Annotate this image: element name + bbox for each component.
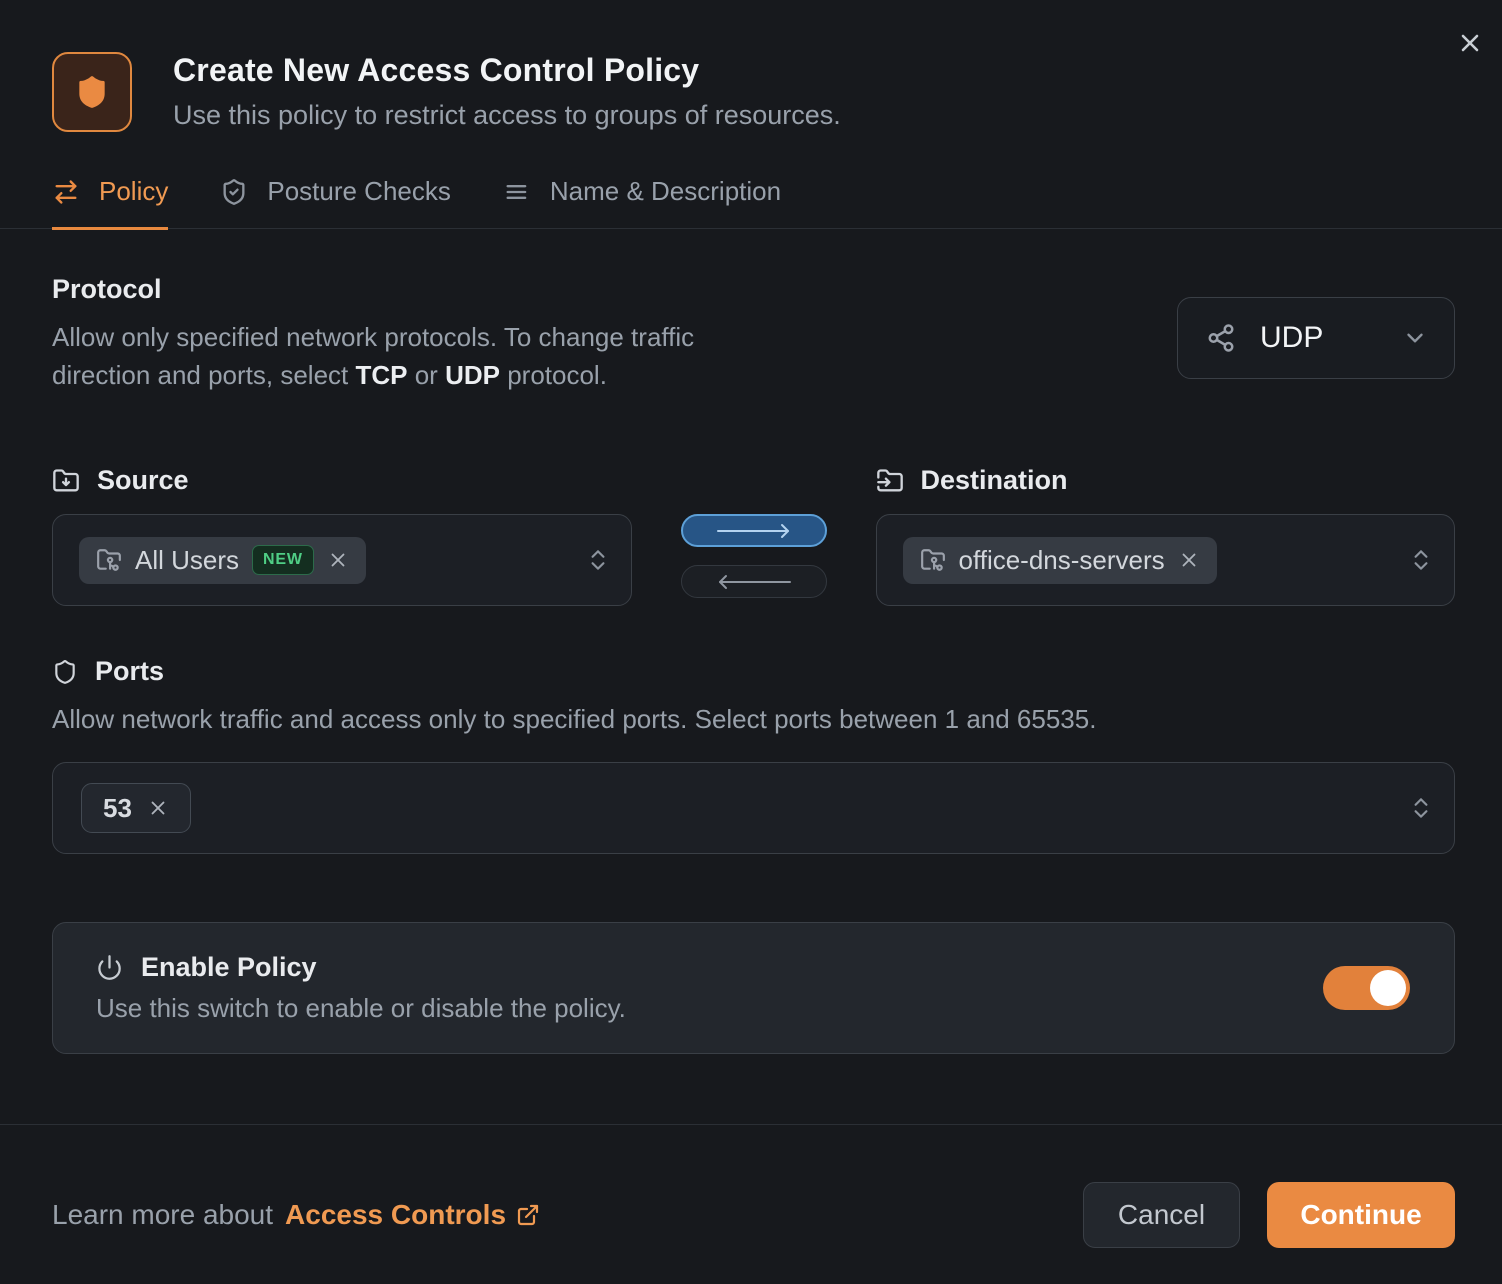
remove-source-tag-icon[interactable]: [327, 549, 349, 571]
tab-policy[interactable]: Policy: [52, 176, 168, 230]
tab-policy-label: Policy: [99, 176, 168, 207]
tab-bar: Policy Posture Checks Name & Description: [0, 176, 1502, 229]
close-icon[interactable]: [1455, 28, 1485, 58]
protocol-text: Protocol Allow only specified network pr…: [52, 274, 797, 394]
chevrons-up-down-icon: [1408, 795, 1434, 821]
header-text: Create New Access Control Policy Use thi…: [173, 52, 841, 132]
remove-destination-tag-icon[interactable]: [1178, 549, 1200, 571]
source-tag-label: All Users: [135, 545, 239, 576]
continue-button[interactable]: Continue: [1267, 1182, 1455, 1248]
destination-tag: office-dns-servers: [903, 537, 1217, 584]
direction-left-button[interactable]: [681, 565, 827, 598]
enable-policy-toggle[interactable]: [1323, 966, 1410, 1010]
new-badge: NEW: [252, 545, 314, 575]
tab-posture-checks-label: Posture Checks: [267, 176, 451, 207]
ports-section: Ports Allow network traffic and access o…: [52, 656, 1455, 854]
destination-select[interactable]: office-dns-servers: [876, 514, 1456, 606]
protocol-section: Protocol Allow only specified network pr…: [52, 274, 1455, 394]
shield-outline-icon: [52, 659, 78, 685]
tab-name-description[interactable]: Name & Description: [503, 176, 781, 230]
cancel-button[interactable]: Cancel: [1083, 1182, 1240, 1248]
protocol-selected-value: UDP: [1260, 321, 1323, 355]
chevrons-up-down-icon: [585, 547, 611, 573]
folder-input-icon: [876, 467, 904, 495]
chevron-down-icon: [1402, 325, 1428, 351]
destination-tag-label: office-dns-servers: [959, 545, 1165, 576]
destination-heading-row: Destination: [876, 465, 1456, 496]
learn-more: Learn more about Access Controls: [52, 1199, 540, 1231]
enable-policy-description: Use this switch to enable or disable the…: [96, 993, 626, 1024]
share-nodes-icon: [1206, 323, 1236, 353]
peers-section: Source All Users NEW: [52, 465, 1455, 606]
footer-buttons: Cancel Continue: [1083, 1182, 1455, 1248]
destination-column: Destination office-dns-servers: [876, 465, 1456, 606]
direction-right-button[interactable]: [681, 514, 827, 547]
enable-policy-heading-row: Enable Policy: [96, 952, 626, 983]
port-tag: 53: [81, 783, 191, 833]
access-controls-link-label: Access Controls: [285, 1199, 506, 1231]
text-lines-icon: [503, 178, 531, 206]
learn-more-prefix: Learn more about: [52, 1199, 273, 1231]
folder-group-icon: [920, 547, 946, 573]
ports-description: Allow network traffic and access only to…: [52, 700, 1455, 738]
create-policy-modal: Create New Access Control Policy Use thi…: [0, 0, 1502, 1284]
source-heading: Source: [97, 465, 189, 496]
folder-down-icon: [52, 467, 80, 495]
protocol-desc-or: or: [408, 360, 446, 390]
destination-heading: Destination: [921, 465, 1068, 496]
modal-footer: Learn more about Access Controls Cancel …: [0, 1124, 1502, 1284]
ports-input[interactable]: 53: [52, 762, 1455, 854]
enable-policy-text: Enable Policy Use this switch to enable …: [96, 952, 626, 1024]
enable-policy-panel: Enable Policy Use this switch to enable …: [52, 922, 1455, 1054]
ports-heading: Ports: [95, 656, 164, 687]
modal-subtitle: Use this policy to restrict access to gr…: [173, 100, 841, 131]
shield-icon: [52, 52, 132, 132]
port-tag-value: 53: [103, 793, 132, 824]
external-link-icon: [516, 1203, 540, 1227]
protocol-description: Allow only specified network protocols. …: [52, 318, 797, 394]
remove-port-tag-icon[interactable]: [147, 797, 169, 819]
modal-header: Create New Access Control Policy Use thi…: [0, 0, 1502, 132]
source-select[interactable]: All Users NEW: [52, 514, 632, 606]
enable-policy-heading: Enable Policy: [141, 952, 317, 983]
modal-content: Protocol Allow only specified network pr…: [0, 229, 1502, 1124]
direction-column: [681, 465, 827, 606]
tab-name-description-label: Name & Description: [550, 176, 781, 207]
protocol-select[interactable]: UDP: [1177, 297, 1455, 379]
protocol-desc-post: protocol.: [500, 360, 607, 390]
tab-posture-checks[interactable]: Posture Checks: [220, 176, 451, 230]
chevrons-up-down-icon: [1408, 547, 1434, 573]
folder-group-icon: [96, 547, 122, 573]
protocol-desc-udp: UDP: [445, 360, 500, 390]
ports-heading-row: Ports: [52, 656, 1455, 687]
source-tag: All Users NEW: [79, 537, 366, 584]
power-icon: [96, 954, 123, 981]
toggle-knob: [1370, 970, 1406, 1006]
source-heading-row: Source: [52, 465, 632, 496]
modal-title: Create New Access Control Policy: [173, 52, 841, 89]
access-controls-link[interactable]: Access Controls: [285, 1199, 540, 1231]
protocol-heading: Protocol: [52, 274, 797, 305]
protocol-desc-tcp: TCP: [356, 360, 408, 390]
shield-check-icon: [220, 178, 248, 206]
arrows-swap-icon: [52, 178, 80, 206]
source-column: Source All Users NEW: [52, 465, 632, 606]
